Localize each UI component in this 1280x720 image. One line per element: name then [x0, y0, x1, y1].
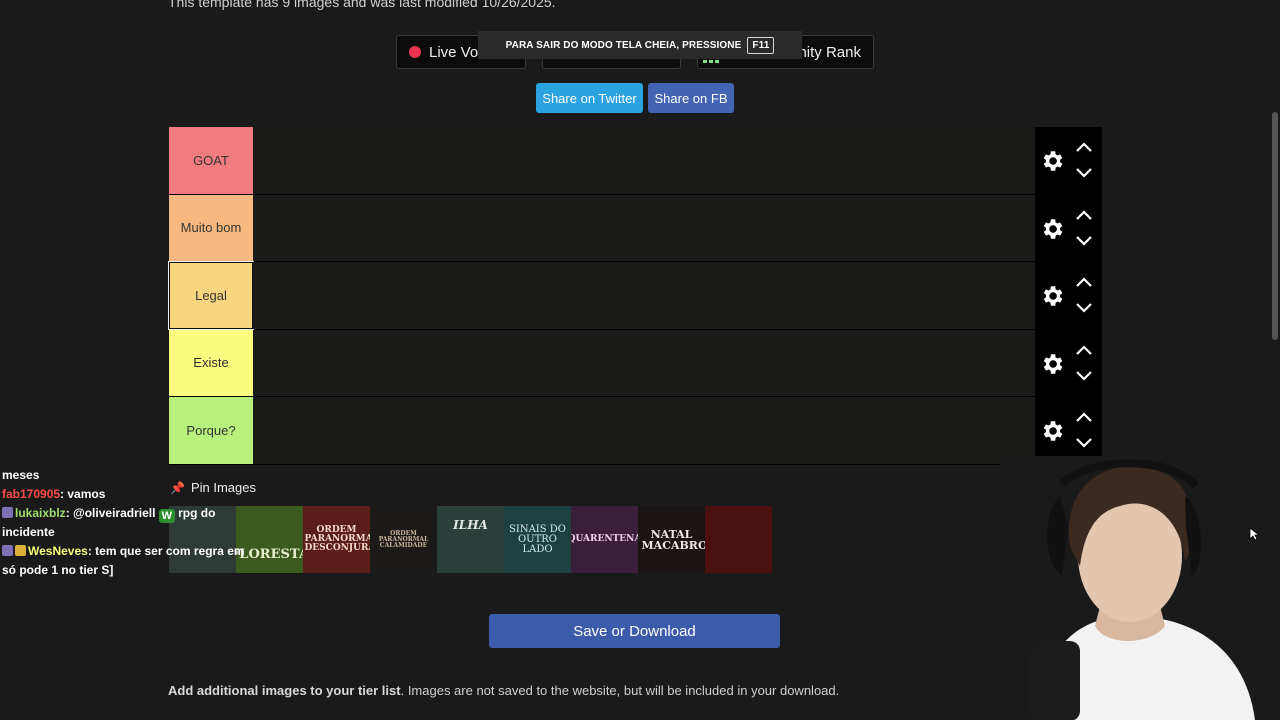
template-info: This template has 9 images and was last … [168, 0, 556, 10]
tier-row: Existe [169, 329, 1102, 397]
gear-icon[interactable] [1039, 351, 1065, 377]
tier-controls [1035, 127, 1102, 194]
add-images-text: Add additional images to your tier list.… [168, 683, 840, 698]
stream-chat-overlay: meses fab170905: vamos lukaixblz: @olive… [2, 466, 247, 580]
webcam-overlay [1000, 456, 1270, 720]
tier-controls [1035, 397, 1102, 464]
tier-table: GOAT Muito bom Legal Existe Porque? [169, 127, 1102, 465]
chat-username: fab170905 [2, 487, 61, 501]
tier-controls [1035, 194, 1102, 261]
chat-line: meses [2, 468, 40, 482]
image-thumb[interactable] [705, 506, 772, 573]
chevron-up-icon[interactable] [1075, 411, 1093, 423]
image-thumb[interactable]: ORDEM PARANORMAL DESCONJURAÇÃO [303, 506, 370, 573]
tier-controls [1035, 329, 1102, 396]
record-dot-icon [409, 46, 421, 58]
tier-drop-zone[interactable] [253, 329, 1035, 396]
gear-icon[interactable] [1039, 418, 1065, 444]
image-pool: FLORESTA ORDEM PARANORMAL DESCONJURAÇÃO … [169, 506, 772, 573]
chevron-up-icon[interactable] [1075, 209, 1093, 221]
tier-row: Legal [169, 262, 1102, 330]
tier-row: Porque? [169, 397, 1102, 465]
chevron-down-icon[interactable] [1075, 235, 1093, 247]
chevron-down-icon[interactable] [1075, 370, 1093, 382]
image-thumb[interactable]: NATAL MACABRO [638, 506, 705, 573]
tier-row: GOAT [169, 127, 1102, 195]
mouse-cursor-icon [1249, 527, 1259, 541]
gear-icon[interactable] [1039, 216, 1065, 242]
chevron-up-icon[interactable] [1075, 141, 1093, 153]
chat-username: lukaixblz [15, 506, 66, 520]
chevron-up-icon[interactable] [1075, 276, 1093, 288]
f11-key: F11 [747, 36, 775, 54]
image-thumb[interactable]: ILHA [437, 506, 504, 573]
tier-label[interactable]: Legal [169, 262, 253, 329]
save-download-button[interactable]: Save or Download [489, 614, 780, 648]
tier-row: Muito bom [169, 194, 1102, 262]
fullscreen-banner-text: PARA SAIR DO MODO TELA CHEIA, PRESSIONE [505, 39, 742, 51]
image-thumb[interactable]: QUARENTENA [571, 506, 638, 573]
chat-line: fab170905: vamos [2, 485, 247, 504]
tier-label[interactable]: Muito bom [169, 194, 253, 261]
chat-message: : @oliveiradriell [65, 506, 156, 520]
chat-username: WesNeves [28, 544, 88, 558]
chat-badge-icon [2, 507, 13, 518]
tier-label[interactable]: Porque? [169, 397, 253, 464]
emote-icon: W [158, 509, 175, 523]
chat-badge-icon [2, 545, 13, 556]
chevron-down-icon[interactable] [1075, 437, 1093, 449]
image-thumb[interactable]: SINAIS DO OUTRO LADO [504, 506, 571, 573]
share-twitter-button[interactable]: Share on Twitter [536, 83, 643, 113]
fullscreen-banner: PARA SAIR DO MODO TELA CHEIA, PRESSIONE … [478, 31, 802, 59]
image-thumb[interactable]: ORDEM PARANORMAL CALAMIDADE [370, 506, 437, 573]
share-facebook-button[interactable]: Share on FB [648, 83, 734, 113]
tier-drop-zone[interactable] [253, 127, 1035, 194]
gear-icon[interactable] [1039, 148, 1065, 174]
page-scrollbar[interactable] [1272, 112, 1278, 340]
gear-icon[interactable] [1039, 283, 1065, 309]
chevron-up-icon[interactable] [1075, 344, 1093, 356]
tier-label[interactable]: Existe [169, 329, 253, 396]
chat-badge-icon [15, 545, 26, 556]
tier-drop-zone[interactable] [253, 194, 1035, 261]
tier-label[interactable]: GOAT [169, 127, 253, 194]
chevron-down-icon[interactable] [1075, 167, 1093, 179]
signal-bars-icon [703, 60, 719, 63]
chat-message: : vamos [60, 487, 106, 501]
add-images-link[interactable]: Add additional images to your tier list [168, 683, 401, 698]
tier-controls [1035, 262, 1102, 329]
chat-line: lukaixblz: @oliveiradriell W rpg do inci… [2, 504, 247, 542]
tier-drop-zone[interactable] [253, 397, 1035, 464]
chat-line: WesNeves: tem que ser com regra em só po… [2, 542, 247, 580]
tier-drop-zone[interactable] [253, 262, 1035, 329]
chevron-down-icon[interactable] [1075, 302, 1093, 314]
